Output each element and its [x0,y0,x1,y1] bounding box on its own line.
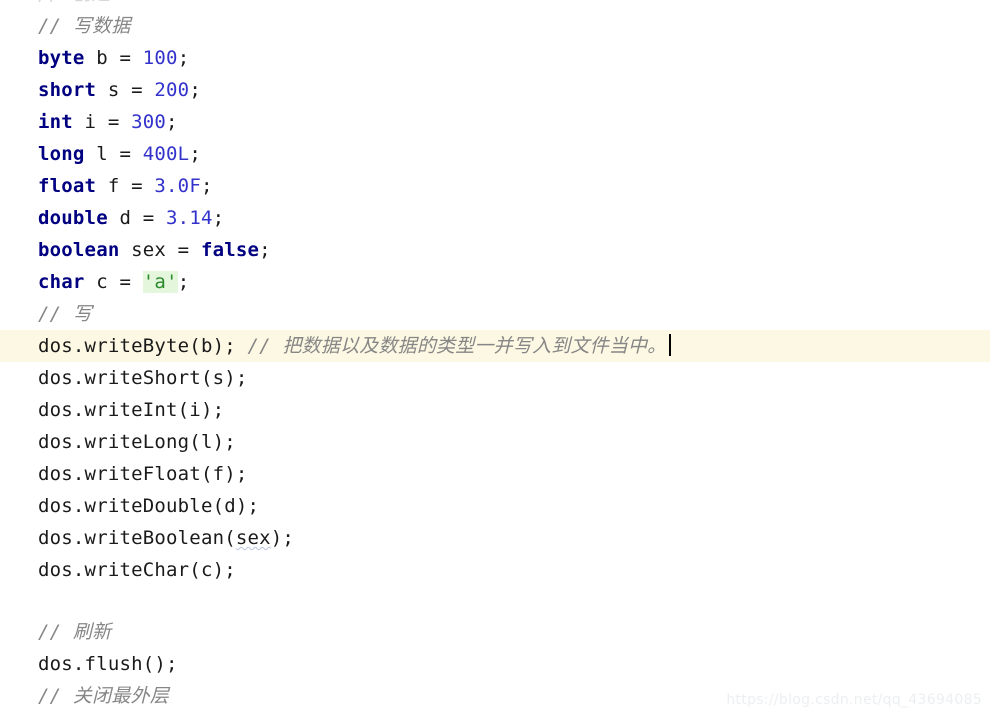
variable-sex: sex = [119,239,201,261]
code-line-short-declaration[interactable]: short s = 200; [0,74,990,106]
comment-slashes: // [38,303,73,325]
semicolon: ; [177,271,190,293]
code-line-comment-write-data[interactable]: // 写数据 [0,10,990,42]
keyword-long: long [38,143,85,165]
code-line-write-long[interactable]: dos.writeLong(l); [0,426,990,458]
method-call-write-double: dos.writeDouble(d); [38,495,260,517]
code-line-int-declaration[interactable]: int i = 300; [0,106,990,138]
keyword-double: double [38,207,108,229]
code-line-float-declaration[interactable]: float f = 3.0F; [0,170,990,202]
method-call-write-boolean-suffix: ); [270,527,295,549]
code-editor-viewport[interactable]: // 创建 // 写数据 byte b = 100; short s = 200… [0,0,990,716]
method-call-flush: dos.flush(); [38,653,178,675]
variable-s: s = [96,79,155,101]
literal-400L: 400L [142,143,190,165]
semicolon: ; [200,175,213,197]
code-line-write-char[interactable]: dos.writeChar(c); [0,554,990,586]
code-line-blank[interactable] [0,586,990,616]
method-call-write-char: dos.writeChar(c); [38,559,236,581]
code-line-write-float[interactable]: dos.writeFloat(f); [0,458,990,490]
variable-l: l = [84,143,143,165]
comment-slashes: // [38,15,73,37]
keyword-float: float [38,175,97,197]
variable-c: c = [84,271,143,293]
code-line-byte-declaration[interactable]: byte b = 100; [0,42,990,74]
code-line-write-double[interactable]: dos.writeDouble(d); [0,490,990,522]
literal-100: 100 [142,47,178,69]
semicolon: ; [259,239,271,261]
code-line-write-byte-current[interactable]: dos.writeByte(b); // 把数据以及数据的类型一并写入到文件当中… [0,330,990,362]
keyword-byte: byte [38,47,85,69]
comment-slashes: // [38,685,73,707]
spellcheck-underlined-word: sex [235,527,271,549]
keyword-boolean: boolean [38,239,120,261]
semicolon: ; [212,207,225,229]
code-line-comment-write[interactable]: // 写 [0,298,990,330]
variable-d: d = [107,207,167,229]
comment-text: 刷新 [72,621,112,643]
method-call-write-short: dos.writeShort(s); [38,367,248,389]
comment-text: 写数据 [72,15,131,37]
method-call-write-boolean-prefix: dos.writeBoolean( [38,527,236,549]
variable-i: i = [72,111,132,133]
comment-text: 写 [72,303,93,325]
literal-false: false [200,239,260,261]
code-lines-container[interactable]: // 写数据 byte b = 100; short s = 200; int … [0,10,990,712]
code-line-comment-flush[interactable]: // 刷新 [0,616,990,648]
comment-slashes: // [247,335,283,357]
literal-200: 200 [154,79,190,101]
literal-3-14: 3.14 [166,207,213,229]
clipped-top-line-text: // 创建 [0,0,990,10]
semicolon: ; [177,47,190,69]
semicolon: ; [166,111,178,133]
clipped-top-line: // 创建 [0,0,990,10]
comment-text: 关闭最外层 [72,685,169,707]
literal-300: 300 [131,111,167,133]
code-line-write-boolean[interactable]: dos.writeBoolean(sex); [0,522,990,554]
variable-f: f = [96,175,155,197]
literal-3-0F: 3.0F [154,175,201,197]
method-call-write-long: dos.writeLong(l); [38,431,236,453]
keyword-int: int [38,111,73,133]
method-call-write-int: dos.writeInt(i); [38,399,225,421]
semicolon: ; [189,79,201,101]
code-line-double-declaration[interactable]: double d = 3.14; [0,202,990,234]
semicolon: ; [189,143,201,165]
csdn-watermark: https://blog.csdn.net/qq_43694085 [726,692,982,708]
literal-char-a: 'a' [142,271,178,293]
variable-b: b = [84,47,143,69]
code-line-flush[interactable]: dos.flush(); [0,648,990,680]
method-call-write-float: dos.writeFloat(f); [38,463,248,485]
text-caret [669,334,672,356]
code-line-long-declaration[interactable]: long l = 400L; [0,138,990,170]
keyword-char: char [38,271,85,293]
code-line-write-short[interactable]: dos.writeShort(s); [0,362,990,394]
comment-slashes: // [38,621,73,643]
code-line-char-declaration[interactable]: char c = 'a'; [0,266,990,298]
code-line-boolean-declaration[interactable]: boolean sex = false; [0,234,990,266]
keyword-short: short [38,79,97,101]
comment-text: 把数据以及数据的类型一并写入到文件当中。 [282,335,667,357]
code-line-write-int[interactable]: dos.writeInt(i); [0,394,990,426]
method-call-write-byte: dos.writeByte(b); [38,335,248,357]
